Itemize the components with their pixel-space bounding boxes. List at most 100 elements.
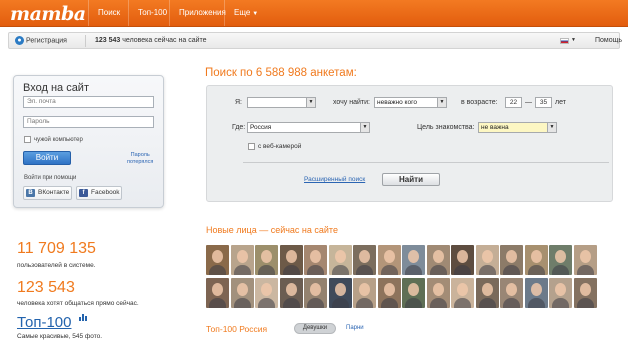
advanced-search-link[interactable]: Расширенный поиск (304, 176, 365, 183)
face-thumbnail[interactable] (255, 245, 278, 275)
face-thumbnail[interactable] (451, 245, 474, 275)
face-thumbnail[interactable] (475, 278, 499, 308)
webcam-checkbox[interactable]: с веб-камерой (248, 143, 301, 150)
foreign-computer-checkbox[interactable]: чужой компьютер (24, 136, 83, 143)
vk-label: ВКонтакте (38, 189, 70, 196)
goal-select[interactable]: не важна ▼ (478, 122, 557, 133)
forgot-password-link[interactable]: Пароль потерялся (127, 152, 153, 166)
tab-girls[interactable]: Девушки (294, 323, 336, 334)
user-icon: ● (15, 36, 24, 45)
face-thumbnail[interactable] (402, 245, 425, 275)
vk-login-button[interactable]: B ВКонтакте (23, 186, 72, 200)
new-faces-grid (206, 245, 608, 310)
face-thumbnail[interactable] (206, 278, 229, 308)
face-thumbnail[interactable] (328, 245, 352, 275)
nav-more[interactable]: Еще ▼ (224, 0, 267, 26)
face-thumbnail[interactable] (524, 245, 548, 275)
face-thumbnail[interactable] (206, 245, 229, 275)
seeking-select[interactable]: неважно кого ▼ (374, 97, 447, 108)
face-thumbnail[interactable] (426, 278, 450, 308)
foreign-computer-label: чужой компьютер (34, 137, 83, 144)
divider (243, 162, 609, 163)
chevron-down-icon[interactable]: ▼ (571, 37, 576, 43)
where-label: Где: (232, 124, 246, 131)
age-dash: — (525, 99, 532, 106)
face-thumbnail[interactable] (500, 245, 523, 275)
face-thumbnail[interactable] (304, 245, 327, 275)
find-button[interactable]: Найти (382, 173, 440, 186)
search-title: Поиск по 6 588 988 анкетам: (205, 67, 357, 79)
age-unit: лет (555, 99, 566, 106)
face-thumbnail[interactable] (353, 278, 376, 308)
location-select[interactable]: Россия ▼ (247, 122, 370, 133)
face-thumbnail[interactable] (377, 278, 401, 308)
divider (85, 35, 86, 47)
register-label: Регистрация (26, 37, 67, 45)
new-faces-title: Новые лица — сейчас на сайте (206, 225, 338, 235)
face-thumbnail[interactable] (549, 278, 572, 308)
online-count: 123 543 (95, 37, 121, 44)
facebook-login-button[interactable]: f Facebook (76, 186, 122, 200)
help-link[interactable]: Помощь (595, 37, 622, 44)
face-thumbnail[interactable] (426, 245, 450, 275)
status-bar: ● Регистрация 123 543 человека сейчас на … (8, 32, 622, 49)
age-to-input[interactable]: 35 (535, 97, 552, 108)
face-thumbnail[interactable] (377, 245, 401, 275)
nav-search[interactable]: Поиск (88, 0, 129, 26)
online-counter: 123 543 человека сейчас на сайте (95, 37, 207, 44)
vk-icon: B (26, 189, 35, 197)
age-label: в возрасте: (461, 99, 498, 106)
chevron-down-icon: ▼ (437, 98, 446, 107)
face-thumbnail[interactable] (230, 278, 254, 308)
want-find-label: хочу найти: (333, 99, 370, 106)
register-link[interactable]: ● Регистрация (15, 36, 67, 45)
seeking-value: неважно кого (377, 99, 417, 106)
top-navigation-bar: mamba Поиск Топ-100 Приложения Еще ▼ (0, 0, 628, 27)
mamba-logo[interactable]: mamba (10, 3, 86, 25)
online-text: человека сейчас на сайте (122, 37, 207, 44)
face-thumbnail[interactable] (279, 278, 303, 308)
login-title: Вход на сайт (23, 82, 89, 94)
users-count: 11 709 135 (17, 240, 96, 257)
face-thumbnail[interactable] (230, 245, 254, 275)
top100-label: Самые красивые, 545 фото. (17, 333, 103, 340)
face-thumbnail[interactable] (353, 245, 376, 275)
email-field[interactable]: Эл. почта (23, 96, 154, 108)
face-thumbnail[interactable] (279, 245, 303, 275)
chevron-down-icon: ▼ (360, 123, 369, 132)
russian-flag-icon[interactable] (560, 38, 569, 44)
face-thumbnail[interactable] (475, 245, 499, 275)
face-thumbnail[interactable] (255, 278, 278, 308)
top100-russia-title: Топ-100 Россия (206, 324, 268, 334)
face-thumbnail[interactable] (573, 245, 597, 275)
goal-value: не важна (481, 124, 509, 131)
face-thumbnail[interactable] (402, 278, 425, 308)
search-panel: Я: ▼ хочу найти: неважно кого ▼ в возраст… (206, 85, 613, 202)
login-via-label: Войти при помощи (24, 175, 77, 181)
age-from-input[interactable]: 22 (505, 97, 522, 108)
gender-select[interactable]: ▼ (247, 97, 316, 108)
want-count: 123 543 (17, 279, 75, 296)
goal-label: Цель знакомства: (417, 124, 475, 131)
nav-more-label: Еще (234, 8, 251, 17)
chevron-down-icon: ▼ (306, 98, 315, 107)
face-thumbnail[interactable] (500, 278, 523, 308)
want-label: человека хотят общаться прямо сейчас. (17, 300, 139, 307)
top100-link[interactable]: Топ-100 (17, 314, 71, 331)
facebook-label: Facebook (91, 189, 120, 196)
face-thumbnail[interactable] (328, 278, 352, 308)
facebook-icon: f (79, 189, 88, 197)
face-thumbnail[interactable] (549, 245, 572, 275)
login-button[interactable]: Войти (23, 151, 71, 165)
face-thumbnail[interactable] (451, 278, 474, 308)
forgot-line1: Пароль (130, 152, 150, 158)
face-thumbnail[interactable] (304, 278, 327, 308)
face-thumbnail[interactable] (524, 278, 548, 308)
checkbox-icon (24, 136, 31, 143)
password-field[interactable]: Пароль (23, 116, 154, 128)
i-label: Я: (235, 99, 242, 106)
users-label: пользователей в системе. (17, 262, 96, 269)
face-thumbnail[interactable] (573, 278, 597, 308)
tab-guys[interactable]: Парни (346, 325, 364, 331)
chevron-down-icon: ▼ (547, 123, 556, 132)
